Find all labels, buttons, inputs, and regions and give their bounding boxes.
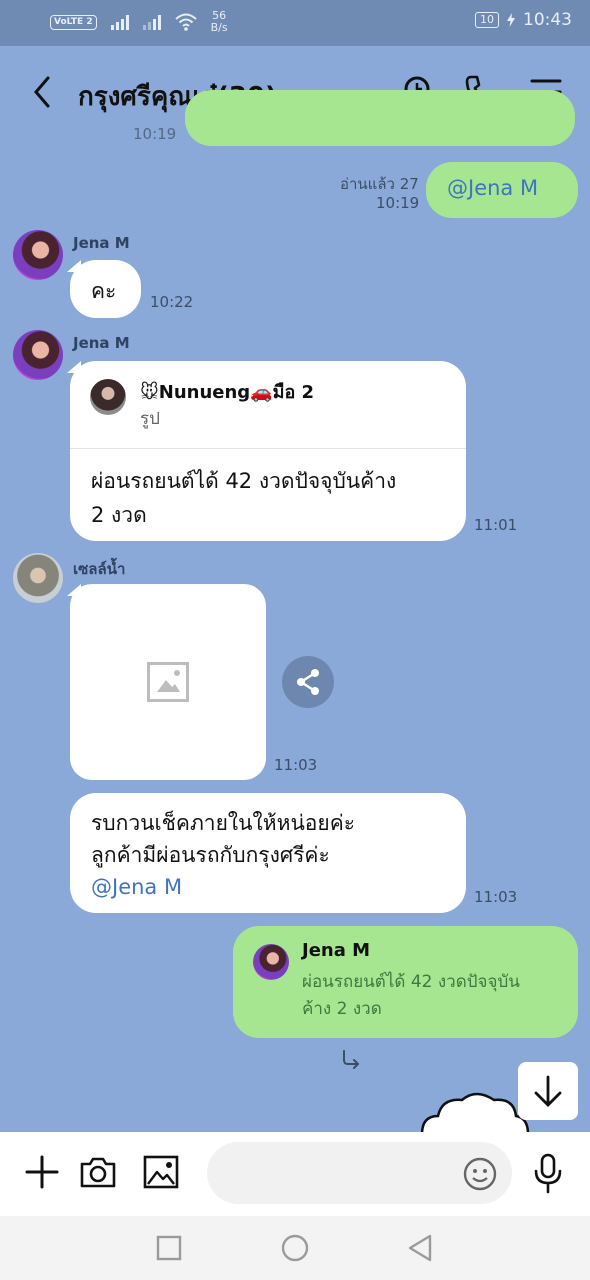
- plus-icon[interactable]: [22, 1152, 62, 1192]
- message-time: 10:19: [376, 194, 420, 212]
- chat-area[interactable]: 10:19 อ่านแล้ว 27 10:19 @Jena M Jena M ค…: [0, 90, 590, 1134]
- wifi-icon: [174, 13, 197, 31]
- reply-sender-name: 🐭Nunueng🚗มือ 2: [140, 382, 315, 403]
- message-text-2: 2 งวด: [91, 503, 147, 527]
- reply-text-2: ค้าง 2 งวด: [302, 999, 382, 1019]
- sent-message-bubble[interactable]: @Jena M: [426, 162, 578, 218]
- battery-icon: 10: [475, 12, 499, 28]
- message-text: ผ่อนรถยนต์ได้ 42 งวดปัจจุบันค้าง: [91, 469, 397, 493]
- gallery-icon[interactable]: [141, 1152, 181, 1192]
- reply-avatar: [253, 944, 289, 980]
- received-message-bubble[interactable]: คะ: [70, 260, 141, 318]
- signal-icon-2: [142, 14, 161, 30]
- camera-icon[interactable]: [78, 1152, 118, 1192]
- microphone-icon[interactable]: [530, 1152, 566, 1194]
- mention-link[interactable]: @Jena M: [91, 871, 445, 903]
- message-text: คะ: [91, 279, 117, 303]
- divider: [70, 448, 466, 449]
- charging-icon: [507, 13, 515, 27]
- reply-text: ผ่อนรถยนต์ได้ 42 งวดปัจจุบัน: [302, 972, 520, 992]
- reply-message-bubble[interactable]: 🐭Nunueng🚗มือ 2 รูป ผ่อนรถยนต์ได้ 42 งวดป…: [70, 361, 466, 541]
- avatar[interactable]: [13, 330, 63, 380]
- message-time: 10:19: [133, 125, 177, 143]
- cloud-decoration: [420, 1092, 530, 1134]
- message-time: 11:03: [474, 888, 518, 906]
- share-icon: [297, 669, 319, 695]
- message-time: 11:03: [274, 756, 318, 774]
- sender-name: เซลล์น้ำ: [73, 560, 126, 578]
- back-icon[interactable]: [28, 74, 56, 110]
- message-text: รบกวนเช็คภายในให้หน่อยค่ะ: [91, 811, 356, 835]
- share-button[interactable]: [282, 656, 334, 708]
- image-placeholder-icon: [147, 662, 189, 702]
- sender-name: Jena M: [73, 234, 130, 252]
- signal-icon: [110, 14, 129, 30]
- reply-arrow-icon: [343, 1050, 360, 1069]
- back-nav-icon[interactable]: [404, 1232, 436, 1264]
- read-receipt: อ่านแล้ว 27: [340, 175, 419, 193]
- input-bar: [0, 1132, 590, 1216]
- message-time: 11:01: [474, 516, 518, 534]
- reply-type: รูป: [140, 409, 160, 429]
- sender-name: Jena M: [73, 334, 130, 352]
- partial-message-bubble[interactable]: [185, 90, 575, 146]
- speed-unit: B/s: [210, 21, 228, 34]
- sent-reply-bubble[interactable]: Jena M ผ่อนรถยนต์ได้ 42 งวดปัจจุบัน ค้าง…: [233, 926, 578, 1038]
- reply-sender-name: Jena M: [302, 940, 371, 961]
- recent-apps-icon[interactable]: [153, 1232, 185, 1264]
- image-message[interactable]: [70, 584, 266, 780]
- message-time: 10:22: [150, 293, 194, 311]
- received-message-bubble[interactable]: รบกวนเช็คภายในให้หน่อยค่ะ ลูกค้ามีผ่อนรถ…: [70, 793, 466, 913]
- avatar[interactable]: [13, 230, 63, 280]
- emoji-icon[interactable]: [462, 1156, 498, 1192]
- mention-link[interactable]: @Jena M: [447, 176, 538, 200]
- network-speed: 56 B/s: [211, 10, 228, 34]
- volte-indicator: VoLTE 2: [50, 14, 97, 30]
- reply-avatar: [90, 379, 126, 415]
- avatar[interactable]: [13, 553, 63, 603]
- scroll-down-button[interactable]: [518, 1062, 578, 1120]
- clock: 10:43: [523, 10, 572, 30]
- home-icon[interactable]: [279, 1232, 311, 1264]
- arrow-down-icon: [534, 1075, 562, 1107]
- status-bar: VoLTE 2 56 B/s 10 10:43: [0, 0, 590, 46]
- system-nav-bar: [0, 1216, 590, 1280]
- message-text-2: ลูกค้ามีผ่อนรถกับกรุงศรีค่ะ: [91, 843, 330, 867]
